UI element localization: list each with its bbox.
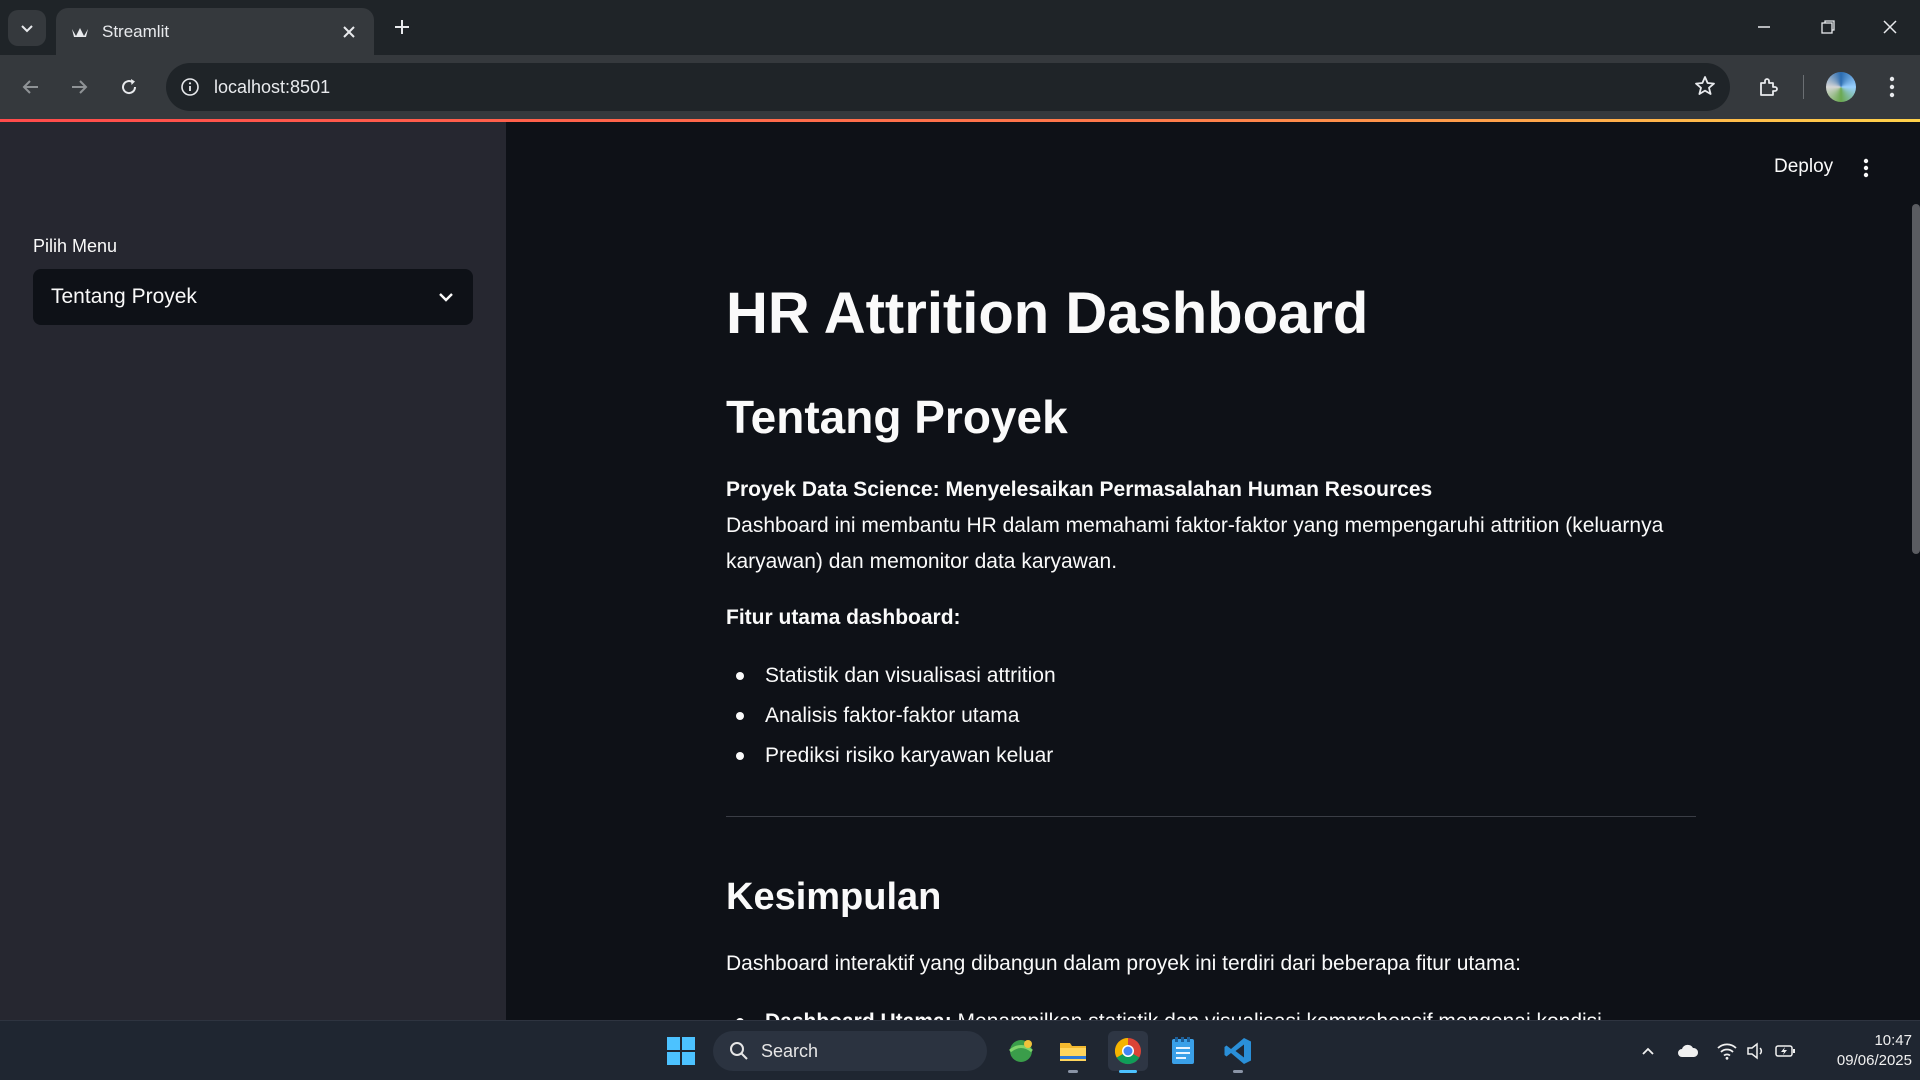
menu-select[interactable]: Tentang Proyek [33,269,473,325]
scrollbar[interactable] [1912,204,1920,554]
volume-tray[interactable] [1744,1039,1768,1063]
arrow-left-icon [22,80,38,94]
chevron-down-icon [439,293,453,302]
reload-icon [122,79,137,95]
back-button[interactable] [15,71,47,103]
profile-button[interactable] [1825,71,1857,103]
project-desc-text: Dashboard ini membantu HR dalam memahami… [726,514,1664,573]
streamlit-favicon-icon [72,27,88,37]
site-info-icon[interactable] [180,77,200,97]
folder-icon [1060,1043,1086,1061]
extensions-button[interactable] [1752,71,1784,103]
list-item: Analisis faktor-faktor utama [726,696,1696,736]
conclusion-text: Dashboard interaktif yang dibangun dalam… [726,952,1521,975]
project-bold-line: Proyek Data Science: Menyelesaikan Perma… [726,478,1433,501]
section-title-about: Tentang Proyek [726,391,1068,443]
tab-search-button[interactable] [8,10,46,46]
puzzle-icon [1760,78,1778,96]
taskbar-search[interactable]: Search [713,1031,987,1071]
taskbar-clock[interactable]: 10:47 09/06/2025 [1812,1031,1912,1071]
search-icon [730,1042,748,1060]
menu-select-value: Tentang Proyek [51,285,197,308]
reload-button[interactable] [113,71,145,103]
network-tray[interactable] [1715,1039,1739,1063]
active-indicator [1119,1070,1137,1073]
onedrive-tray[interactable] [1676,1039,1700,1063]
vscode-icon [1224,1038,1251,1064]
tab-title: Streamlit [102,21,170,41]
list-item: Dashboard Utama: Menampilkan statistik d… [726,1002,1696,1020]
running-indicator [1233,1070,1243,1073]
cloud-icon [1678,1044,1699,1057]
wifi-icon [1717,1043,1737,1060]
speaker-icon [1747,1042,1763,1060]
main-area: Deploy HR Attrition Dashboard Tentang Pr… [506,122,1920,1020]
kebab-menu-icon [1889,76,1895,98]
menu-select-label: Pilih Menu [33,236,118,256]
clock-date: 09/06/2025 [1836,1052,1912,1069]
close-window-button[interactable] [1870,10,1910,44]
conclusion-list: Dashboard Utama: Menampilkan statistik d… [726,1002,1696,1020]
project-description: Proyek Data Science: Menyelesaikan Perma… [726,472,1696,580]
battery-tray[interactable] [1774,1039,1798,1063]
features-heading: Fitur utama dashboard: [726,606,961,629]
list-item: Statistik dan visualisasi attrition [726,656,1696,696]
deploy-button[interactable]: Deploy [1774,156,1833,178]
address-bar[interactable]: localhost:8501 [166,63,1730,111]
bookmark-star-icon[interactable] [1694,75,1716,97]
tab-close-icon[interactable] [338,21,360,43]
close-icon [1883,20,1897,34]
chevron-up-icon [1642,1047,1654,1055]
taskbar-search-label: Search [761,1040,819,1061]
browser-menu-button[interactable] [1876,71,1908,103]
avatar [1826,72,1856,102]
chrome-icon [1114,1037,1141,1065]
kebab-menu-icon [1863,158,1869,178]
arrow-right-icon [72,80,88,94]
section-title-conclusion: Kesimpulan [726,876,942,918]
minimize-icon [1758,26,1770,28]
taskbar-app-chrome[interactable] [1108,1031,1148,1073]
taskbar-app-file-explorer[interactable] [1053,1031,1093,1073]
taskbar-app-edge[interactable] [1001,1031,1041,1071]
restore-icon [1821,20,1835,34]
taskbar-app-vscode[interactable] [1218,1031,1258,1073]
sidebar: Pilih Menu Tentang Proyek [0,122,506,1020]
windows-logo-icon [667,1037,695,1065]
clock-time: 10:47 [1874,1032,1912,1049]
app-menu-button[interactable] [1856,156,1876,180]
start-button[interactable] [661,1031,701,1071]
taskbar-app-notepad[interactable] [1163,1031,1203,1071]
running-indicator [1068,1070,1078,1073]
notepad-icon [1172,1037,1194,1064]
restore-button[interactable] [1808,10,1848,44]
divider [726,816,1696,817]
page-title: HR Attrition Dashboard [726,281,1369,346]
browser-toolbar: localhost:8501 [0,55,1920,119]
features-list: Statistik dan visualisasi attrition Anal… [726,656,1696,776]
minimize-button[interactable] [1744,10,1784,44]
new-tab-button[interactable] [388,13,416,41]
globe-app-icon [1009,1040,1033,1062]
battery-charging-icon [1775,1045,1795,1057]
toolbar-divider [1803,75,1804,99]
tray-overflow-button[interactable] [1636,1039,1660,1063]
browser-tabstrip: Streamlit [0,0,1920,55]
taskbar: Search 10:47 09/06/2025 [0,1020,1920,1080]
browser-tab[interactable]: Streamlit [56,8,374,55]
plus-icon [395,20,409,34]
conclusion-item-bold: Dashboard Utama: [765,1010,952,1020]
chevron-down-icon [21,25,33,33]
list-item: Prediksi risiko karyawan keluar [726,736,1696,776]
forward-button[interactable] [63,71,95,103]
url-text: localhost:8501 [214,76,331,97]
